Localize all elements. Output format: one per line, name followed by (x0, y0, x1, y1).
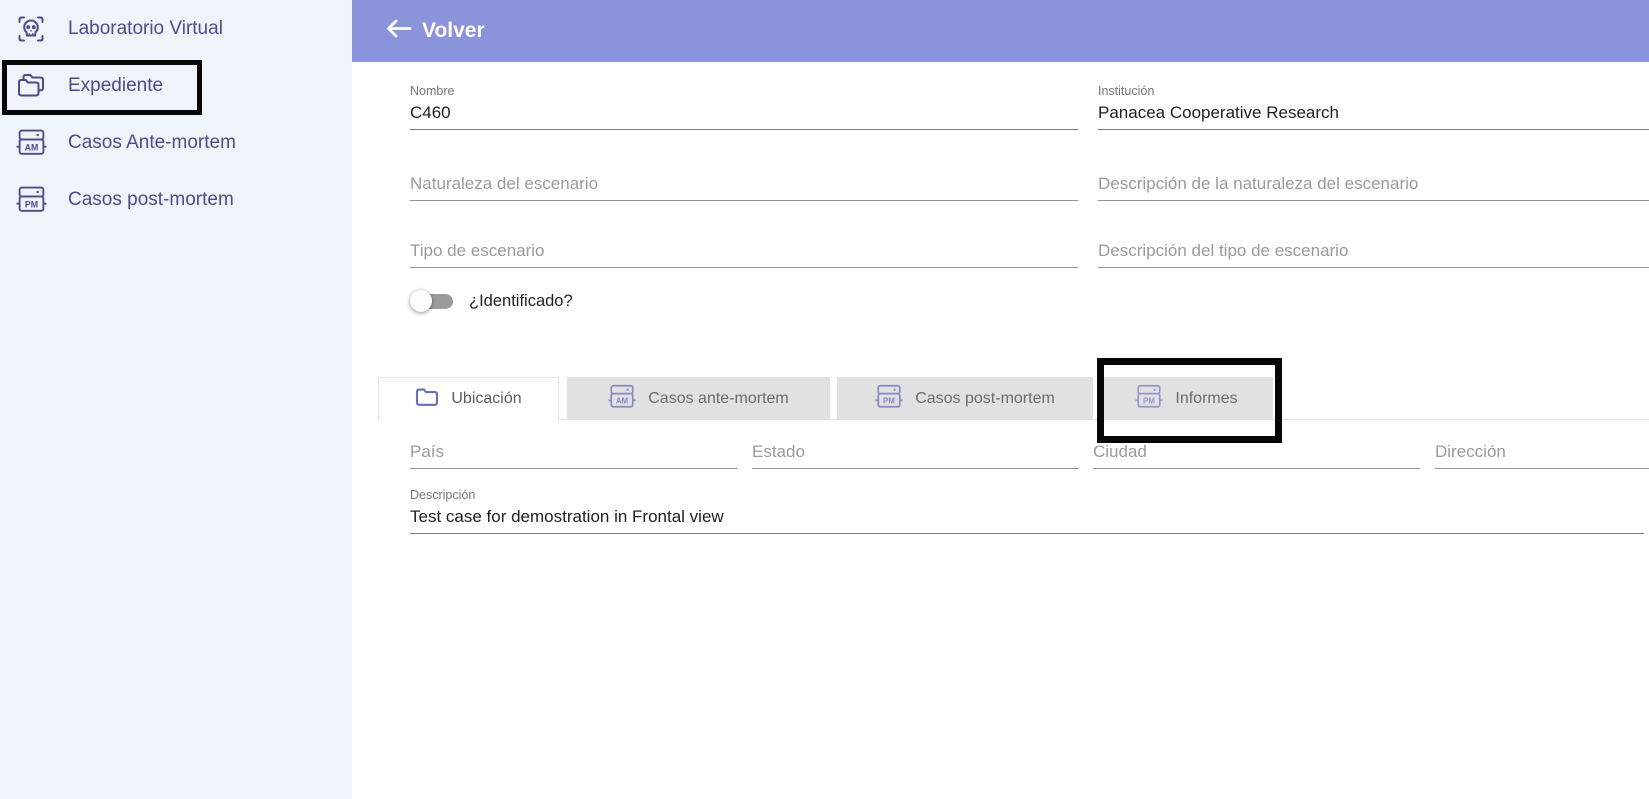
nombre-label: Nombre (410, 84, 1078, 101)
pm-badge: PM (24, 199, 37, 209)
drawer-am-icon: AM (14, 127, 48, 159)
nombre-input[interactable] (410, 101, 1078, 125)
naturaleza-field (410, 172, 1078, 201)
am-badge: AM (616, 396, 629, 405)
tab-label: Informes (1175, 390, 1237, 408)
sidebar-item-laboratorio-virtual[interactable]: Laboratorio Virtual (0, 0, 352, 57)
tab-bar: Ubicación AM Casos ante-mortem (378, 377, 1649, 420)
sidebar-item-casos-post-mortem[interactable]: PM Casos post-mortem (0, 171, 352, 228)
am-badge: AM (24, 142, 38, 152)
pais-input[interactable] (410, 440, 737, 464)
naturaleza-desc-input[interactable] (1098, 172, 1649, 196)
tab-informes[interactable]: PM Informes (1100, 377, 1273, 420)
pm-badge: PM (1143, 396, 1155, 405)
drawer-pm-icon: PM (875, 384, 903, 414)
descripcion-field: Descripción (410, 488, 1644, 534)
folders-icon (14, 70, 48, 102)
naturaleza-input[interactable] (410, 172, 1078, 196)
identificado-label: ¿Identificado? (469, 292, 573, 311)
ciudad-input[interactable] (1093, 440, 1420, 464)
tab-label: Casos ante-mortem (648, 390, 789, 408)
tab-label: Ubicación (451, 390, 521, 408)
tipo-field (410, 239, 1078, 268)
tipo-desc-input[interactable] (1098, 239, 1649, 263)
direccion-input[interactable] (1435, 440, 1649, 464)
institucion-label: Institución (1098, 84, 1649, 101)
header-bar: Volver (352, 0, 1649, 62)
descripcion-label: Descripción (410, 488, 1644, 505)
descripcion-input[interactable] (410, 505, 1644, 529)
tipo-input[interactable] (410, 239, 1078, 263)
drawer-pm-icon: PM (1135, 384, 1163, 414)
sidebar: Laboratorio Virtual Expediente AM Casos … (0, 0, 352, 799)
estado-field (752, 440, 1079, 469)
pm-badge: PM (883, 396, 895, 405)
estado-input[interactable] (752, 440, 1079, 464)
tab-casos-ante-mortem[interactable]: AM Casos ante-mortem (567, 377, 830, 420)
folder-icon (415, 387, 439, 412)
sidebar-item-label: Casos Ante-mortem (68, 132, 236, 154)
institucion-input[interactable] (1098, 101, 1649, 125)
toggle-knob (410, 290, 432, 312)
skull-scan-icon (14, 13, 48, 45)
drawer-pm-icon: PM (14, 184, 48, 216)
direccion-field (1435, 440, 1649, 469)
sidebar-item-label: Casos post-mortem (68, 189, 234, 211)
identificado-row: ¿Identificado? (410, 290, 573, 312)
tab-label: Casos post-mortem (915, 390, 1055, 408)
tipo-desc-field (1098, 239, 1649, 268)
naturaleza-desc-field (1098, 172, 1649, 201)
institucion-field: Institución (1098, 84, 1649, 130)
back-button[interactable]: Volver (385, 18, 485, 44)
main-content: Nombre Institución ¿Identificado? (352, 62, 1649, 799)
nombre-field: Nombre (410, 84, 1078, 130)
identificado-toggle[interactable] (410, 290, 455, 312)
sidebar-item-casos-ante-mortem[interactable]: AM Casos Ante-mortem (0, 114, 352, 171)
sidebar-item-label: Expediente (68, 75, 163, 97)
drawer-am-icon: AM (608, 384, 636, 414)
pais-field (410, 440, 737, 469)
tab-ubicacion[interactable]: Ubicación (378, 377, 559, 420)
ciudad-field (1093, 440, 1420, 469)
sidebar-item-expediente[interactable]: Expediente (0, 57, 352, 114)
sidebar-item-label: Laboratorio Virtual (68, 18, 223, 40)
back-button-label: Volver (422, 19, 485, 43)
arrow-left-icon (385, 18, 412, 44)
tab-casos-post-mortem[interactable]: PM Casos post-mortem (837, 377, 1093, 420)
